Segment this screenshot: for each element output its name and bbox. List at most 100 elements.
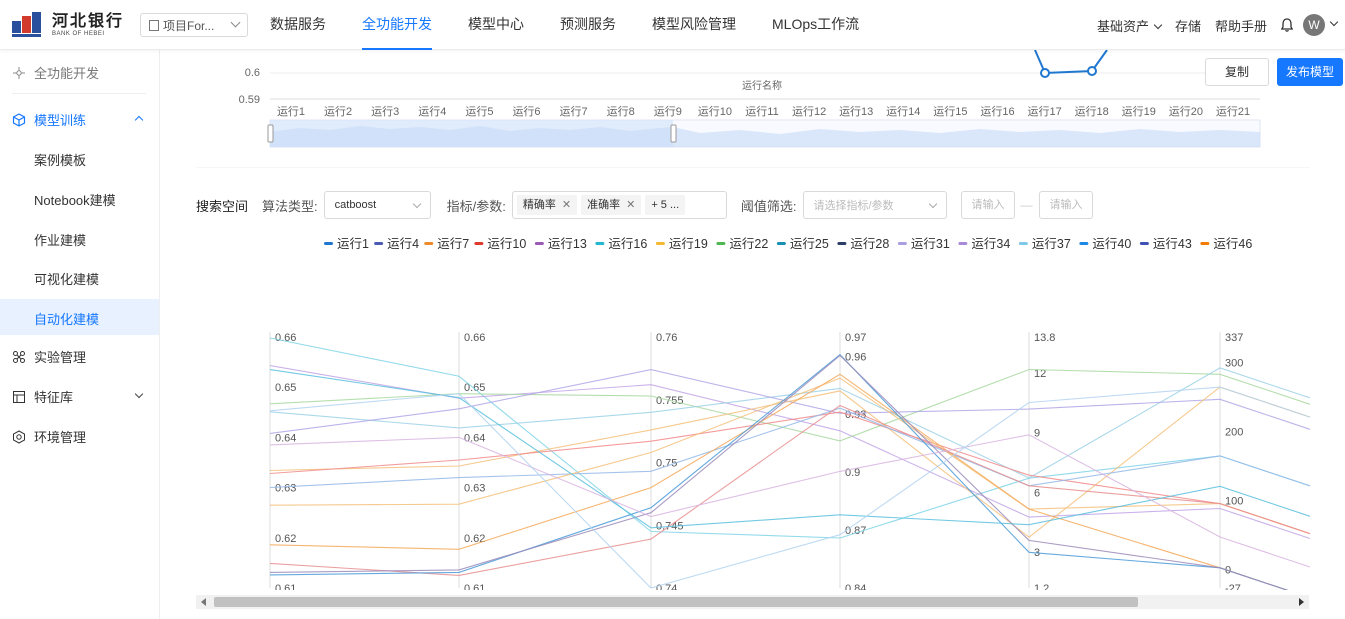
chevron-down-icon[interactable] [1329,17,1339,27]
legend-item[interactable]: 运行10 [474,237,526,251]
arrow-right-icon[interactable] [1299,598,1304,606]
series-line[interactable] [269,411,1311,535]
sidebar-item-environment[interactable]: 环境管理 [12,427,148,446]
series-line[interactable] [269,337,1311,539]
metric-param-label: 指标/参数: [446,198,506,214]
legend-item[interactable]: 运行28 [837,237,889,251]
close-icon[interactable]: ✕ [626,199,635,211]
nav-prediction-service[interactable]: 预测服务 [560,0,616,50]
top-bar: 河北银行 BANK OF HEBEI 项目For... 数据服务 全功能开发 模… [0,0,1345,50]
bank-logo-icon [12,12,41,37]
legend-item[interactable]: 运行43 [1139,237,1192,251]
sidebar-sub-case-template[interactable]: 案例模板 [34,150,86,169]
sidebar-item-experiment[interactable]: 实验管理 [12,347,148,366]
assets-menu[interactable]: 基础资产 [1097,16,1163,35]
algo-type-select[interactable]: catboost [323,191,431,219]
threshold-min-input[interactable]: 请输入 [960,191,1015,219]
legend-label: 运行19 [669,237,708,251]
legend-item[interactable]: 运行16 [595,237,647,251]
series-line[interactable] [269,353,1310,590]
threshold-max-input[interactable]: 请输入 [1038,191,1093,219]
help-link[interactable]: 帮助手册 [1215,16,1267,35]
zoom-handle-right[interactable] [670,124,677,143]
scrollbar-thumb[interactable] [214,597,1138,607]
zoom-handle-left[interactable] [267,124,274,143]
x-tick-label: 运行14 [886,105,920,118]
more-tags[interactable]: + 5 ... [645,195,686,215]
legend-item[interactable]: 运行1 [324,237,369,251]
legend-item[interactable]: 运行40 [1079,237,1131,251]
sidebar-item-label: 模型训练 [34,113,87,128]
run-metric-chart: 0.6 0.59 运行名称 运行1 运行2 运行3 运行4 运行5 运行6 运行7 运行8 运行… [196,50,1310,168]
sidebar-item-feature-store[interactable]: 特征库 [12,387,148,406]
copy-button[interactable]: 复制 [1205,58,1269,86]
legend-item[interactable]: 运行4 [374,237,419,251]
main-content: 0.6 0.59 运行名称 运行1 运行2 运行3 运行4 运行5 运行6 运行7 运行8 运行… [160,50,1345,619]
axis-tick-label: 0.76 [656,332,677,344]
data-point[interactable] [1040,68,1050,78]
horizontal-scrollbar[interactable] [196,595,1309,609]
legend-item[interactable]: 运行13 [534,237,587,251]
legend-label: 运行13 [548,237,587,251]
legend-swatch [424,242,434,245]
metric-tag[interactable]: 准确率 ✕ [581,195,642,215]
x-tick-label: 运行12 [792,105,826,118]
x-tick-label: 运行4 [418,105,446,118]
sidebar-sub-job-modeling[interactable]: 作业建模 [34,230,86,249]
experiment-icon [13,350,25,363]
legend-item[interactable]: 运行34 [958,237,1010,251]
sidebar-sub-visual-modeling[interactable]: 可视化建模 [34,269,99,288]
legend-item[interactable]: 运行7 [424,237,469,251]
chevron-up-icon [134,115,144,125]
legend-item[interactable]: 运行46 [1200,237,1252,251]
axis-tick-label: 0.61 [464,583,485,590]
legend-item[interactable]: 运行31 [897,237,950,251]
threshold-select[interactable]: 请选择指标/参数 [802,191,947,219]
x-tick-label: 运行1 [277,105,305,118]
sidebar-sub-auto-modeling[interactable]: 自动化建模 [34,309,99,328]
legend-label: 运行22 [729,237,768,251]
metric-tag[interactable]: 精确率 ✕ [516,195,578,215]
bank-name-cn: 河北银行 [52,11,125,30]
close-icon[interactable]: ✕ [562,199,571,211]
sidebar-header[interactable]: 全功能开发 [12,63,99,82]
avatar[interactable]: W [1303,14,1325,36]
legend-item[interactable]: 运行22 [716,237,768,251]
data-point[interactable] [1087,66,1097,76]
sidebar-item-label: 环境管理 [34,430,87,445]
legend-item[interactable]: 运行37 [1018,237,1071,251]
legend-item[interactable]: 运行19 [655,237,708,251]
legend-swatch [655,242,665,245]
sidebar-sub-notebook[interactable]: Notebook建模 [34,190,116,209]
bank-logo[interactable]: 河北银行 BANK OF HEBEI [12,12,124,38]
nav-full-dev[interactable]: 全功能开发 [362,0,432,50]
axis-tick-label: 0.96 [845,351,866,363]
project-select[interactable]: 项目For... [140,13,248,37]
storage-link[interactable]: 存储 [1175,16,1201,35]
nav-mlops[interactable]: MLOps工作流 [772,0,859,50]
series-line[interactable] [269,367,1311,479]
bell-icon[interactable] [1281,18,1293,32]
search-space-title: 搜索空间 [196,198,249,214]
metric-param-select[interactable]: 精确率 ✕ 准确率 ✕ + 5 ... [511,191,727,219]
legend-swatch [1018,242,1028,245]
nav-data-service[interactable]: 数据服务 [270,0,326,50]
sidebar-item-model-training[interactable]: 模型训练 [12,110,148,129]
axis-tick-label: 0.84 [845,583,866,590]
x-tick-label: 运行10 [698,105,732,118]
arrow-left-icon[interactable] [201,598,206,606]
series-line[interactable] [269,365,1311,540]
series-line[interactable] [269,373,1310,590]
legend-item[interactable]: 运行25 [776,237,829,251]
nav-model-risk[interactable]: 模型风险管理 [652,0,736,50]
legend-swatch [1079,242,1089,245]
series-line[interactable] [269,354,1310,591]
legend-swatch [324,242,333,245]
series-line[interactable] [269,368,1311,442]
publish-model-button[interactable]: 发布模型 [1277,58,1343,86]
series-line[interactable] [269,404,1311,576]
legend-swatch [837,242,847,245]
feature-store-icon [13,390,25,403]
nav-model-center[interactable]: 模型中心 [468,0,524,50]
x-tick-label: 运行18 [1075,105,1109,118]
